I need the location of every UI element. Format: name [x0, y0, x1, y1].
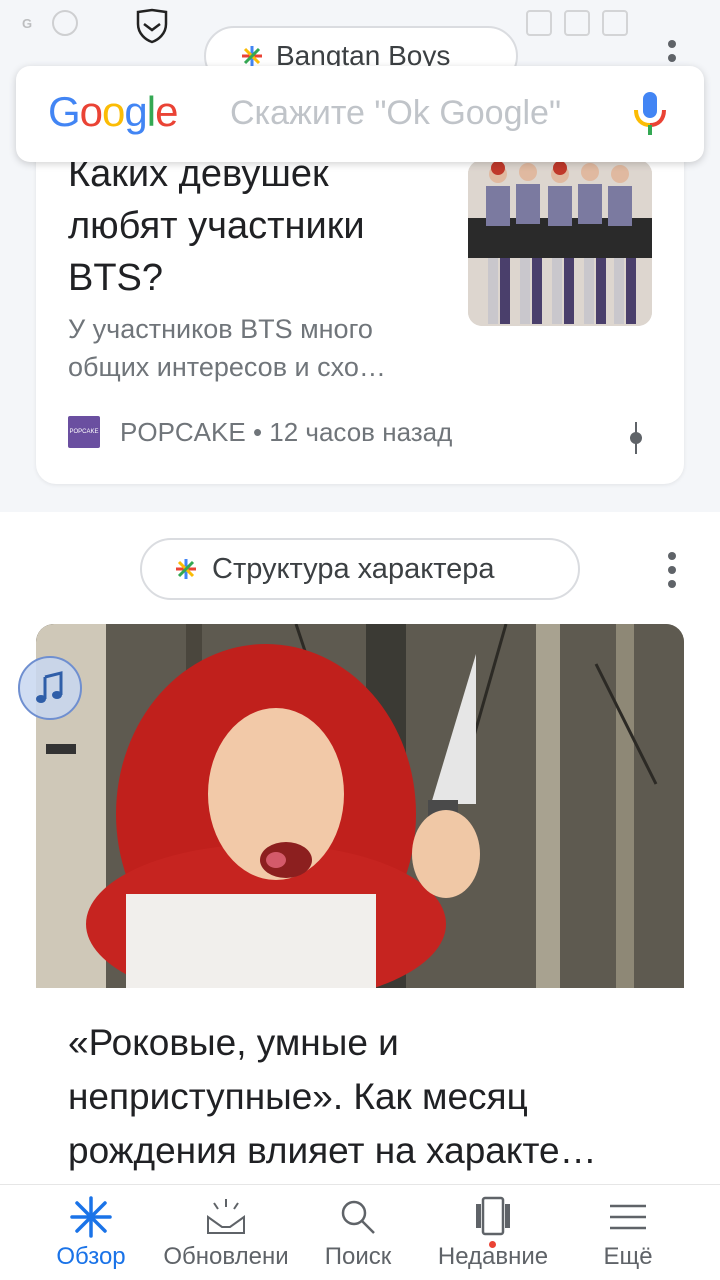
notification-icon — [52, 10, 79, 36]
signal-icon: G — [22, 15, 33, 31]
battery-icon — [602, 10, 628, 36]
search-placeholder[interactable]: Скажите "Ok Google" — [230, 94, 561, 133]
sparkle-icon — [242, 46, 262, 66]
nav-label: Ещё — [603, 1243, 653, 1270]
recent-icon — [476, 1196, 510, 1236]
article-title[interactable]: «Роковые, умные и неприступные». Как мес… — [68, 1016, 668, 1178]
nav-recent[interactable]: Недавние — [430, 1185, 556, 1280]
bottom-navigation: Обзор Обновлени Поиск Недавние Ещё — [0, 1184, 720, 1280]
nav-updates[interactable]: Обновлени — [160, 1185, 292, 1280]
status-left: G — [22, 10, 79, 36]
mic-icon[interactable] — [632, 90, 668, 138]
article-image[interactable] — [36, 624, 684, 988]
topic-chip-character[interactable]: Структура характера — [140, 538, 580, 600]
notification-dot — [489, 1241, 496, 1248]
popcake-favicon: POPCAKE — [68, 416, 100, 448]
nav-search[interactable]: Поиск — [308, 1185, 408, 1280]
updates-icon — [207, 1199, 245, 1234]
source-time: • 12 часов назад — [252, 416, 453, 447]
nav-label: Обновлени — [163, 1243, 289, 1270]
article-card-body[interactable]: «Роковые, умные и неприступные». Как мес… — [36, 988, 684, 1188]
mute-icon — [526, 10, 552, 36]
more-vert-icon[interactable] — [660, 550, 684, 590]
search-icon — [341, 1200, 375, 1234]
nav-label: Обзор — [56, 1243, 126, 1270]
topic-chip-label: Структура характера — [212, 552, 495, 585]
card-menu-icon[interactable] — [628, 420, 644, 456]
card-source: POPCAKE POPCAKE • 12 часов назад — [68, 416, 452, 448]
google-logo: Google — [48, 88, 178, 135]
wifi-icon — [564, 10, 590, 36]
menu-icon — [610, 1204, 646, 1230]
card-title[interactable]: Каких девушек любят участники BTS? — [68, 148, 428, 304]
asterisk-icon — [70, 1196, 112, 1238]
nav-label: Поиск — [324, 1243, 392, 1270]
shield-icon — [136, 8, 168, 44]
card-thumbnail[interactable] — [468, 160, 652, 326]
nav-overview[interactable]: Обзор — [28, 1185, 154, 1280]
nav-more[interactable]: Ещё — [580, 1185, 676, 1280]
sparkle-icon — [176, 559, 196, 579]
source-name: POPCAKE — [120, 416, 246, 447]
card-snippet: У участников BTS много общих интересов и… — [68, 314, 386, 382]
search-bar[interactable]: Google Скажите "Ok Google" — [16, 66, 704, 162]
status-right — [526, 10, 628, 36]
music-icon[interactable] — [18, 656, 82, 720]
